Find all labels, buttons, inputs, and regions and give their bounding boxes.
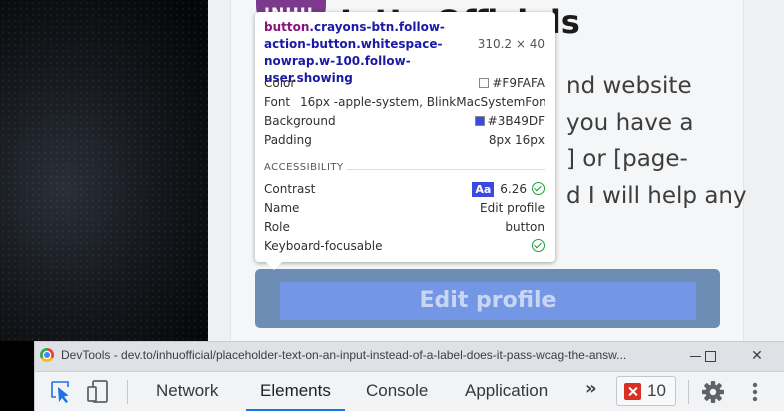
row-label: Role [264, 220, 290, 234]
tooltip-row-keyboard: Keyboard-focusable [264, 239, 545, 257]
dark-background-left [0, 0, 208, 341]
toolbar-separator [127, 380, 128, 404]
devtools-toolbar: Network Elements Console Application » 1… [34, 371, 784, 411]
settings-gear-icon[interactable] [699, 378, 727, 406]
bio-line: nd website [566, 73, 692, 99]
row-label: Contrast [264, 182, 316, 196]
divider [347, 169, 545, 170]
tooltip-row-contrast: Contrast Aa 6.26 [264, 182, 545, 200]
color-swatch-icon [479, 78, 490, 88]
error-icon [624, 383, 641, 400]
tab-application[interactable]: Application [465, 372, 548, 411]
devtools-window-title: DevTools - dev.to/inhuofficial/placehold… [61, 348, 627, 362]
tooltip-row-name: Name Edit profile [264, 201, 545, 219]
edit-profile-button[interactable]: Edit profile [280, 282, 696, 320]
tooltip-row-background: Background #3B49DF [264, 114, 545, 132]
tooltip-row-font: Font 16px -apple-system, BlinkMacSystemF… [264, 95, 545, 113]
more-tabs-chevron-icon[interactable]: » [585, 378, 597, 399]
row-label: Keyboard-focusable [264, 239, 383, 253]
tab-console[interactable]: Console [366, 372, 428, 411]
row-label: Padding [264, 133, 312, 147]
tab-elements[interactable]: Elements [246, 372, 345, 411]
error-count: 10 [647, 381, 666, 400]
close-button[interactable]: ✕ [742, 344, 772, 368]
contrast-badge: Aa [472, 182, 495, 197]
color-swatch-icon [474, 116, 485, 126]
element-size: 310.2 × 40 [477, 37, 545, 51]
row-label: Color [264, 76, 296, 90]
row-label: Background [264, 114, 336, 128]
devtools-titlebar[interactable]: DevTools - dev.to/inhuofficial/placehold… [34, 341, 784, 371]
tooltip-row-padding: Padding 8px 16px [264, 133, 545, 151]
maximize-button[interactable] [695, 344, 725, 368]
contrast-value: 6.26 [500, 182, 527, 196]
chrome-logo-icon [40, 348, 54, 362]
inspect-element-icon[interactable] [47, 378, 75, 406]
bio-line: you have a [566, 109, 694, 136]
accessibility-heading: ACCESSIBILITY [264, 162, 344, 173]
row-value: button [505, 220, 545, 234]
toolbar-separator [688, 380, 689, 404]
tab-network[interactable]: Network [156, 372, 218, 411]
inspect-tooltip: button.crayons-btn.follow-action-button.… [255, 12, 555, 270]
more-vertical-icon[interactable] [741, 378, 769, 406]
row-value: Edit profile [480, 201, 545, 215]
row-value: 16px -apple-system, BlinkMacSystemFon… [300, 95, 545, 109]
profile-bio: nd website you have a ] or [page- d I wi… [566, 68, 747, 214]
tooltip-row-role: Role button [264, 220, 545, 238]
device-toolbar-icon[interactable] [84, 378, 112, 406]
bio-line: ] or [page- [566, 146, 688, 172]
row-label: Name [264, 201, 300, 215]
check-circle-icon [532, 239, 545, 252]
tooltip-row-color: Color #F9FAFA [264, 76, 545, 94]
error-counter-button[interactable]: 10 [616, 376, 676, 406]
check-circle-icon [532, 182, 545, 195]
row-value: #F9FAFA [492, 76, 545, 90]
selector-tag: button [264, 20, 310, 34]
row-value: #3B49DF [487, 114, 545, 128]
row-label: Font [264, 95, 291, 109]
row-value: 8px 16px [488, 133, 545, 147]
bio-line: d I will help any [566, 182, 747, 209]
